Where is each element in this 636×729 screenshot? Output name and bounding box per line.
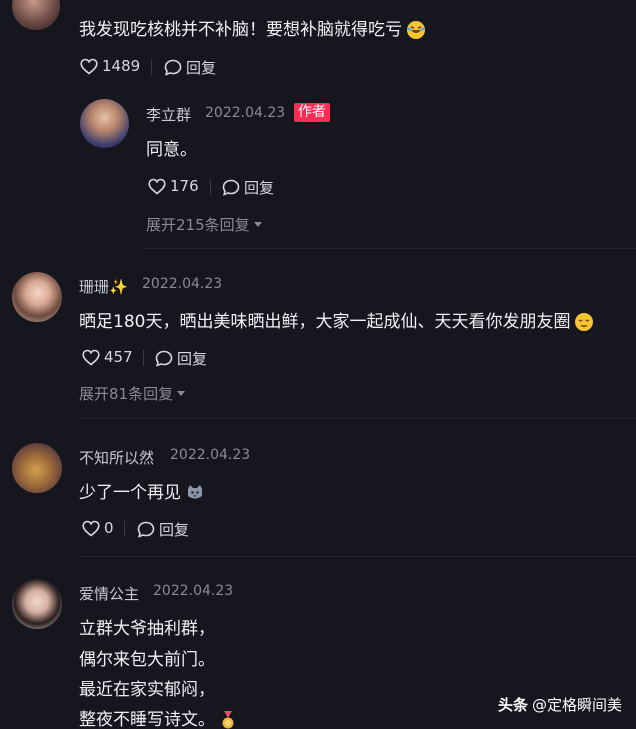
chevron-down-icon (253, 222, 262, 227)
comment-text-line: 整夜不睡写诗文。 (79, 705, 237, 729)
comment-date: 2022.04.23 (170, 447, 251, 463)
like-count: 1489 (102, 57, 141, 75)
comment-text: 同意。 (146, 140, 197, 160)
laughing-emoji-icon (407, 21, 425, 39)
like-count: 457 (104, 348, 133, 366)
comment-text: 少了一个再见 (79, 478, 205, 503)
divider (79, 556, 636, 557)
author-badge: 作者 (294, 103, 330, 122)
like-button[interactable]: 176 (148, 177, 199, 195)
like-count: 0 (104, 519, 114, 537)
watermark-brand: 头条 (497, 696, 528, 714)
avatar[interactable] (12, 443, 62, 493)
chevron-down-icon (177, 391, 186, 396)
expand-replies-button[interactable]: 展开81条回复 (79, 383, 186, 404)
heart-icon (148, 178, 166, 195)
comment-bubble-icon (164, 59, 182, 76)
comment-date: 2022.04.23 (205, 105, 286, 121)
divider (79, 418, 636, 419)
reply-button[interactable]: 回复 (137, 519, 189, 540)
avatar[interactable] (12, 0, 60, 30)
relieved-emoji-icon (575, 313, 594, 331)
heart-icon (82, 349, 100, 366)
avatar[interactable] (12, 272, 62, 322)
avatar[interactable] (80, 99, 129, 148)
divider (146, 248, 636, 249)
heart-icon (80, 58, 98, 75)
comment-text: 我发现吃核桃并不补脑！要想补脑就得吃亏 (79, 15, 426, 40)
like-button[interactable]: 1489 (80, 57, 140, 75)
avatar[interactable] (12, 579, 62, 629)
comment-text-line: 最近在家实郁闷， (79, 680, 215, 700)
like-count: 176 (170, 177, 199, 195)
user-name[interactable]: 爱情公主 (79, 583, 139, 604)
divider (124, 521, 125, 537)
medal-emoji-icon (222, 711, 234, 729)
heart-icon (82, 520, 100, 537)
cat-emoji-icon (188, 485, 202, 499)
comment-date: 2022.04.23 (142, 276, 223, 292)
comment-text-line: 立群大爷抽利群， (79, 619, 215, 639)
user-name[interactable]: 珊珊✨ (79, 276, 128, 297)
divider (151, 59, 152, 75)
user-name[interactable]: 不知所以然 (79, 447, 154, 468)
comment-bubble-icon (137, 521, 155, 538)
like-button[interactable]: 0 (82, 519, 114, 537)
comment-date: 2022.04.23 (153, 583, 234, 599)
comment-text: 晒足180天，晒出美味晒出鲜，大家一起成仙、天天看你发朋友圈 (79, 307, 594, 332)
comment-list: 我发现吃核桃并不补脑！要想补脑就得吃亏 1489 回复 李立群 2022.04.… (0, 0, 636, 729)
comment-bubble-icon (222, 179, 240, 196)
watermark: 头条 @定格瞬间美 (498, 694, 622, 715)
user-name[interactable]: 李立群 (146, 104, 191, 125)
comment-text-line: 偶尔来包大前门。 (79, 650, 215, 670)
like-button[interactable]: 457 (82, 348, 133, 366)
reply-button[interactable]: 回复 (222, 177, 274, 198)
expand-replies-button[interactable]: 展开215条回复 (146, 214, 262, 235)
divider (210, 179, 211, 195)
reply-button[interactable]: 回复 (155, 348, 207, 369)
reply-button[interactable]: 回复 (164, 57, 216, 78)
watermark-handle: @定格瞬间美 (531, 696, 622, 714)
comment-bubble-icon (155, 350, 173, 367)
divider (143, 350, 144, 366)
